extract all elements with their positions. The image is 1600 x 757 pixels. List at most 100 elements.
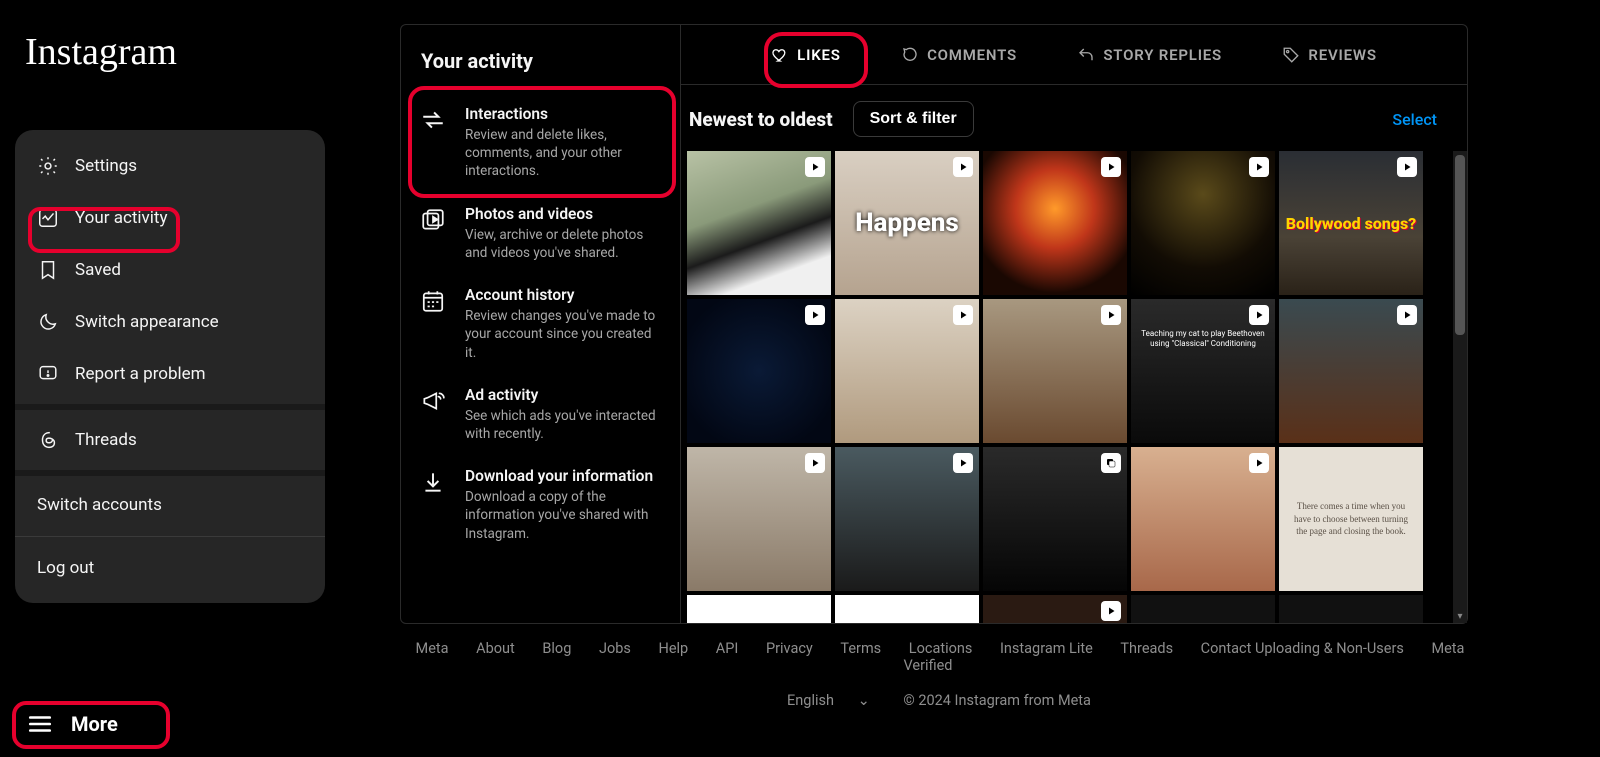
moon-icon (37, 311, 59, 333)
calendar-icon (419, 286, 447, 362)
reel-icon (805, 305, 825, 325)
liked-post[interactable] (1131, 151, 1275, 295)
scrollbar[interactable]: ▾ (1453, 151, 1467, 623)
footer-link[interactable]: Locations (909, 640, 973, 657)
reel-icon (953, 305, 973, 325)
menu-logout[interactable]: Log out (15, 543, 325, 593)
photos-icon (419, 205, 447, 262)
activity-interactions[interactable]: Interactions Review and delete likes, co… (401, 93, 680, 193)
liked-post[interactable] (1279, 299, 1423, 443)
menu-label: Your activity (75, 208, 168, 228)
liked-post[interactable] (835, 299, 979, 443)
reel-icon (1101, 601, 1121, 621)
footer-link[interactable]: API (716, 640, 739, 657)
activity-content: LIKES COMMENTS STORY REPLIES REVIEWS New… (681, 25, 1467, 623)
menu-label: Threads (75, 430, 137, 450)
tab-likes[interactable]: LIKES (767, 38, 845, 72)
menu-report-problem[interactable]: Report a problem (15, 348, 325, 400)
thumb-text: Happens (835, 151, 979, 295)
reply-icon (1077, 46, 1095, 64)
footer-link[interactable]: Terms (840, 640, 881, 657)
activity-ad-activity[interactable]: Ad activity See which ads you've interac… (401, 374, 680, 455)
carousel-icon (1101, 453, 1121, 473)
tab-story-replies[interactable]: STORY REPLIES (1073, 38, 1226, 72)
footer-link[interactable]: Meta (416, 640, 449, 657)
menu-threads[interactable]: Threads (15, 414, 325, 466)
divider (15, 470, 325, 476)
activity-item-title: Photos and videos (465, 205, 662, 223)
liked-post[interactable] (835, 447, 979, 591)
language-selector[interactable]: English ⌄ (777, 692, 880, 709)
thumb-text: There comes a time when you have to choo… (1279, 447, 1423, 591)
liked-post[interactable] (687, 299, 831, 443)
reel-icon (1249, 157, 1269, 177)
tab-comments[interactable]: COMMENTS (897, 38, 1021, 72)
scrollbar-handle[interactable] (1455, 155, 1465, 335)
chevron-down-icon: ⌄ (858, 692, 870, 709)
liked-post[interactable] (835, 595, 979, 623)
liked-post[interactable]: Happens (835, 151, 979, 295)
menu-label: Log out (37, 558, 94, 578)
footer-link[interactable]: Instagram Lite (1000, 640, 1093, 657)
tab-label: COMMENTS (927, 46, 1017, 64)
footer-link[interactable]: Blog (542, 640, 571, 657)
download-icon (419, 467, 447, 543)
heart-icon (771, 46, 789, 64)
footer-link[interactable]: About (476, 640, 515, 657)
liked-post[interactable] (983, 595, 1127, 623)
footer-links: Meta About Blog Jobs Help API Privacy Te… (400, 640, 1468, 674)
menu-saved[interactable]: Saved (15, 244, 325, 296)
gear-icon (37, 155, 59, 177)
activity-photos-videos[interactable]: Photos and videos View, archive or delet… (401, 193, 680, 274)
thumb-text: Bollywood songs? (1279, 151, 1423, 295)
liked-post[interactable] (983, 299, 1127, 443)
tab-reviews[interactable]: REVIEWS (1278, 38, 1380, 72)
liked-post[interactable]: Bollywood songs? (1279, 151, 1423, 295)
liked-post[interactable] (1279, 595, 1423, 623)
threads-icon (37, 429, 59, 451)
activity-item-desc: Download a copy of the information you'v… (465, 488, 662, 543)
comment-icon (901, 46, 919, 64)
thumb-text: Teaching my cat to play Beethoven using … (1137, 329, 1269, 348)
footer-link[interactable]: Jobs (599, 640, 631, 657)
grid-toolbar: Newest to oldest Sort & filter Select (681, 85, 1467, 151)
tab-label: STORY REPLIES (1103, 46, 1222, 64)
menu-label: Switch accounts (37, 495, 162, 515)
megaphone-icon (419, 386, 447, 443)
sort-filter-button[interactable]: Sort & filter (853, 101, 974, 137)
liked-post[interactable] (687, 595, 831, 623)
more-button[interactable]: More (15, 705, 154, 743)
menu-switch-appearance[interactable]: Switch appearance (15, 296, 325, 348)
footer: Meta About Blog Jobs Help API Privacy Te… (400, 640, 1468, 709)
activity-item-title: Ad activity (465, 386, 662, 404)
select-button[interactable]: Select (1392, 110, 1437, 129)
footer-link[interactable]: Threads (1120, 640, 1173, 657)
activity-account-history[interactable]: Account history Review changes you've ma… (401, 274, 680, 374)
divider (15, 536, 325, 537)
menu-label: Saved (75, 260, 121, 280)
liked-post[interactable] (1131, 447, 1275, 591)
copyright: © 2024 Instagram from Meta (903, 692, 1091, 709)
menu-your-activity[interactable]: Your activity (15, 192, 325, 244)
liked-post[interactable] (687, 447, 831, 591)
liked-post[interactable] (687, 151, 831, 295)
liked-post[interactable] (1131, 595, 1275, 623)
footer-link[interactable]: Privacy (766, 640, 813, 657)
liked-post[interactable]: There comes a time when you have to choo… (1279, 447, 1423, 591)
footer-link[interactable]: Contact Uploading & Non-Users (1201, 640, 1404, 657)
activity-item-desc: See which ads you've interacted with rec… (465, 407, 662, 443)
tab-label: REVIEWS (1308, 46, 1376, 64)
scroll-down-arrow[interactable]: ▾ (1453, 609, 1467, 623)
liked-post[interactable] (983, 151, 1127, 295)
sort-order-label: Newest to oldest (689, 108, 833, 131)
footer-link[interactable]: Help (658, 640, 688, 657)
liked-post[interactable] (983, 447, 1127, 591)
activity-title: Your activity (401, 39, 680, 93)
activity-download-info[interactable]: Download your information Download a cop… (401, 455, 680, 555)
liked-post[interactable]: Teaching my cat to play Beethoven using … (1131, 299, 1275, 443)
reel-icon (1101, 157, 1121, 177)
tag-icon (1282, 46, 1300, 64)
instagram-logo[interactable]: Instagram (25, 30, 177, 74)
menu-settings[interactable]: Settings (15, 140, 325, 192)
menu-switch-accounts[interactable]: Switch accounts (15, 480, 325, 530)
